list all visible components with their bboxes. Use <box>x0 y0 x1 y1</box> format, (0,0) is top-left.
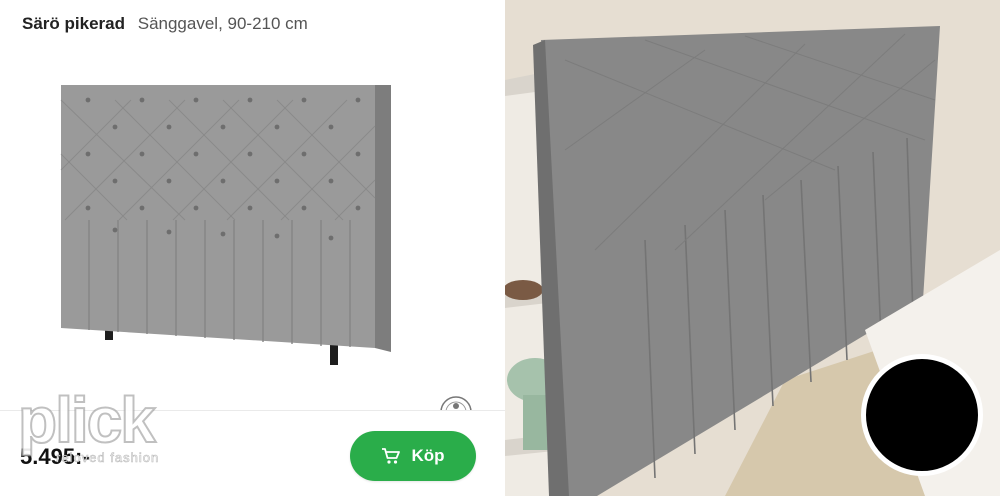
product-description: Sänggavel, 90-210 cm <box>137 14 308 33</box>
buy-button-label: Köp <box>411 446 445 465</box>
watermark-tagline: reloved fashion <box>56 450 160 466</box>
product-title-row: Särö pikerad Sänggavel, 90-210 cm <box>22 14 308 34</box>
watermark-word: plick <box>17 384 157 456</box>
plick-watermark: plick reloved fashion <box>17 384 193 468</box>
product-card: Särö pikerad Sänggavel, 90-210 cm 5.495:… <box>0 0 505 496</box>
black-circle-overlay <box>861 354 983 476</box>
product-name: Särö pikerad <box>22 14 125 33</box>
cart-icon <box>382 448 401 464</box>
headboard-product-image <box>60 85 391 365</box>
buy-button[interactable]: Köp <box>350 431 476 481</box>
